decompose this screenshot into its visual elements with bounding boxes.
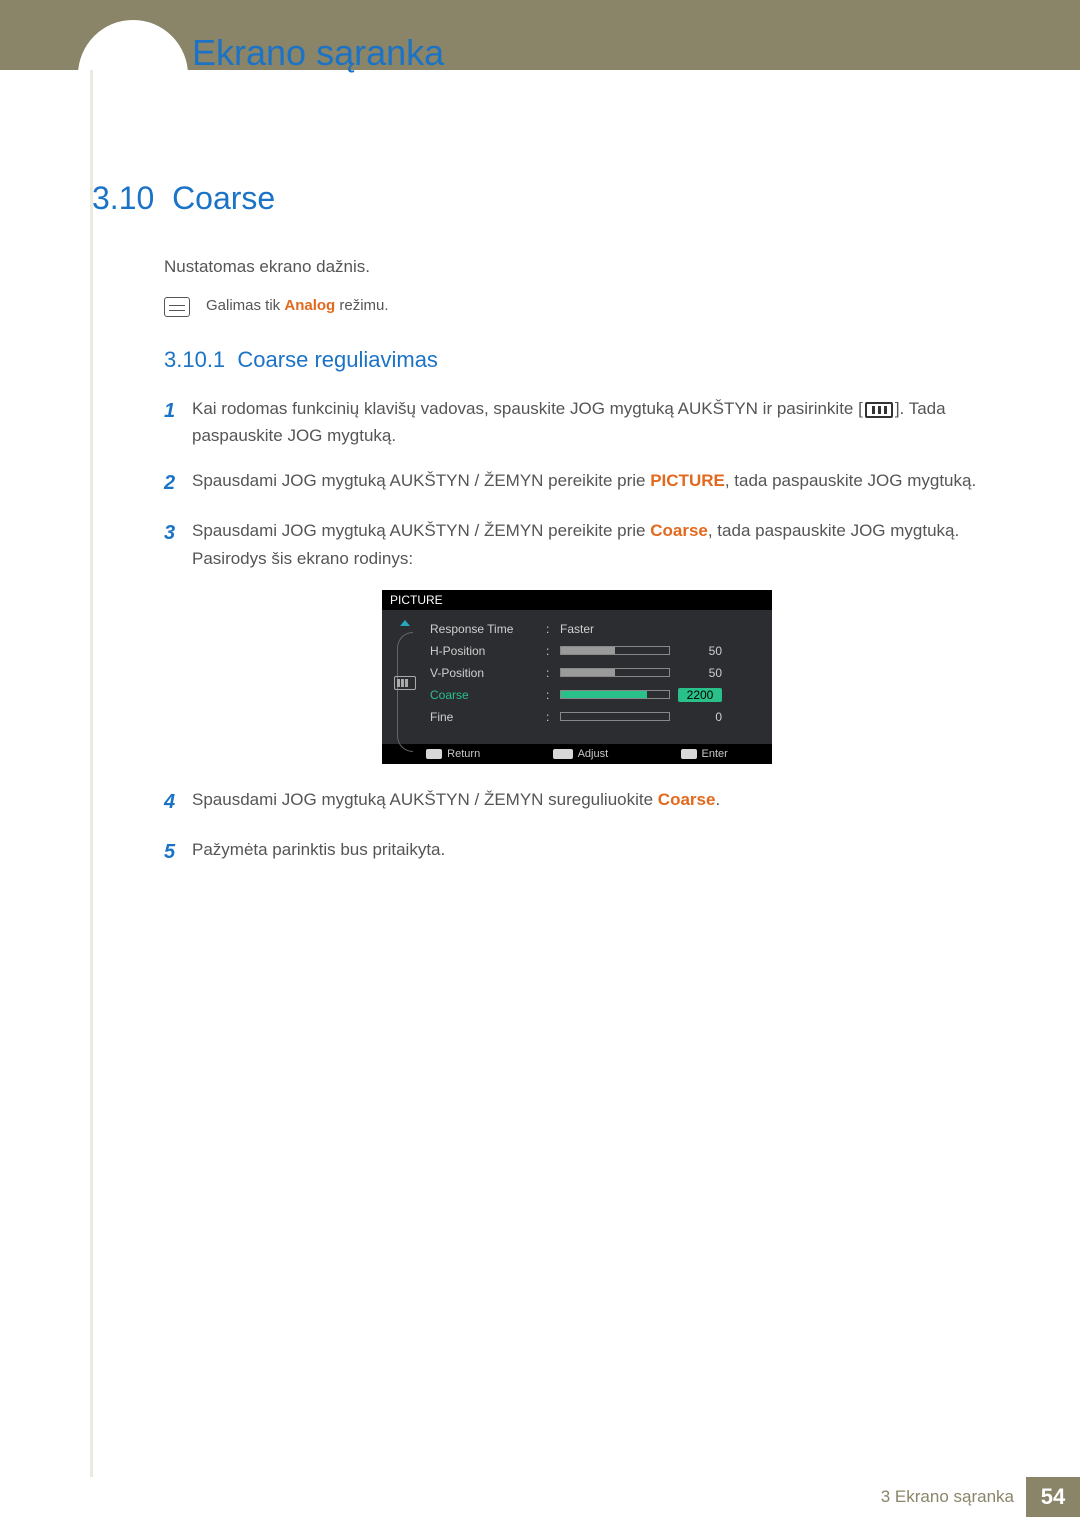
osd-screenshot: PICTURE Response Time : Faster H-Positio… — [382, 590, 772, 764]
adjust-icon — [553, 749, 573, 759]
page-body: 3.10 Coarse Nustatomas ekrano dažnis. Ga… — [92, 180, 990, 886]
chapter-title: Ekrano sąranka — [192, 32, 444, 74]
step: 2 Spausdami JOG mygtuką AUKŠTYN / ŽEMYN … — [164, 467, 990, 499]
footer-label: 3 Ekrano sąranka — [881, 1487, 1014, 1507]
chapter-badge: 3 — [78, 20, 188, 130]
page-footer: 3 Ekrano sąranka 54 — [0, 1477, 1080, 1517]
note-icon — [164, 297, 190, 317]
step-number: 4 — [164, 786, 192, 818]
menu-icon — [394, 676, 416, 690]
slider-bar — [560, 668, 670, 677]
enter-icon — [681, 749, 697, 759]
osd-row-selected: Coarse : 2200 — [430, 684, 762, 706]
step: 1 Kai rodomas funkcinių klavišų vadovas,… — [164, 395, 990, 449]
steps-list: 1 Kai rodomas funkcinių klavišų vadovas,… — [164, 395, 990, 868]
section-number: 3.10 — [92, 180, 154, 216]
menu-icon — [865, 402, 893, 418]
arrow-up-icon — [400, 620, 410, 626]
intro-text: Nustatomas ekrano dažnis. — [164, 257, 990, 277]
step-body: Kai rodomas funkcinių klavišų vadovas, s… — [192, 395, 990, 449]
osd-row: Fine : 0 — [430, 706, 762, 728]
arc-decoration — [397, 632, 413, 752]
note-text: Galimas tik Analog režimu. — [206, 297, 389, 314]
osd-adjust: Adjust — [553, 748, 609, 760]
step: 3 Spausdami JOG mygtuką AUKŠTYN / ŽEMYN … — [164, 517, 990, 571]
osd-row: H-Position : 50 — [430, 640, 762, 662]
section-title: Coarse — [172, 180, 275, 216]
osd-row: V-Position : 50 — [430, 662, 762, 684]
osd-rows: Response Time : Faster H-Position : 50 V… — [430, 618, 762, 728]
step-number: 3 — [164, 517, 192, 571]
osd-body: Response Time : Faster H-Position : 50 V… — [382, 610, 772, 744]
step-body: Pažymėta parinktis bus pritaikyta. — [192, 836, 445, 868]
slider-bar — [560, 690, 670, 699]
subsection-number: 3.10.1 — [164, 347, 225, 372]
step: 5 Pažymėta parinktis bus pritaikyta. — [164, 836, 990, 868]
page-number: 54 — [1026, 1477, 1080, 1517]
slider-bar — [560, 712, 670, 721]
step-number: 1 — [164, 395, 192, 449]
step-number: 5 — [164, 836, 192, 868]
section-heading: 3.10 Coarse — [92, 180, 990, 217]
step: 4 Spausdami JOG mygtuką AUKŠTYN / ŽEMYN … — [164, 786, 990, 818]
step-body: Spausdami JOG mygtuką AUKŠTYN / ŽEMYN su… — [192, 786, 720, 818]
step-body: Spausdami JOG mygtuką AUKŠTYN / ŽEMYN pe… — [192, 467, 976, 499]
subsection-title: Coarse reguliavimas — [237, 347, 438, 372]
osd-enter: Enter — [681, 748, 728, 760]
subsection-heading: 3.10.1 Coarse reguliavimas — [164, 347, 990, 373]
osd-return: Return — [426, 748, 480, 760]
osd-title: PICTURE — [382, 590, 772, 610]
note: Galimas tik Analog režimu. — [164, 297, 990, 317]
slider-bar — [560, 646, 670, 655]
osd-footer: Return Adjust Enter — [382, 744, 772, 764]
return-icon — [426, 749, 442, 759]
step-number: 2 — [164, 467, 192, 499]
osd-row: Response Time : Faster — [430, 618, 762, 640]
step-body: Spausdami JOG mygtuką AUKŠTYN / ŽEMYN pe… — [192, 517, 990, 571]
osd-left-rail — [390, 618, 420, 728]
